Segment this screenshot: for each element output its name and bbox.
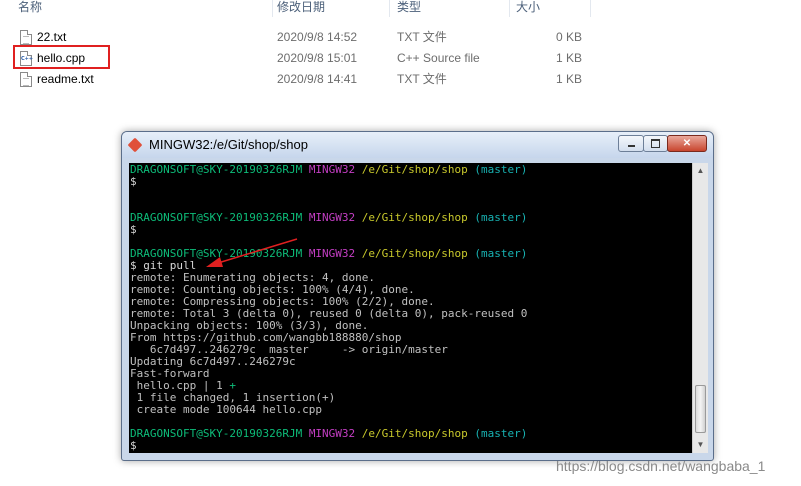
watermark-text: https://blog.csdn.net/wangbaba_1 <box>556 458 766 474</box>
annotation-arrow-icon <box>206 238 298 267</box>
